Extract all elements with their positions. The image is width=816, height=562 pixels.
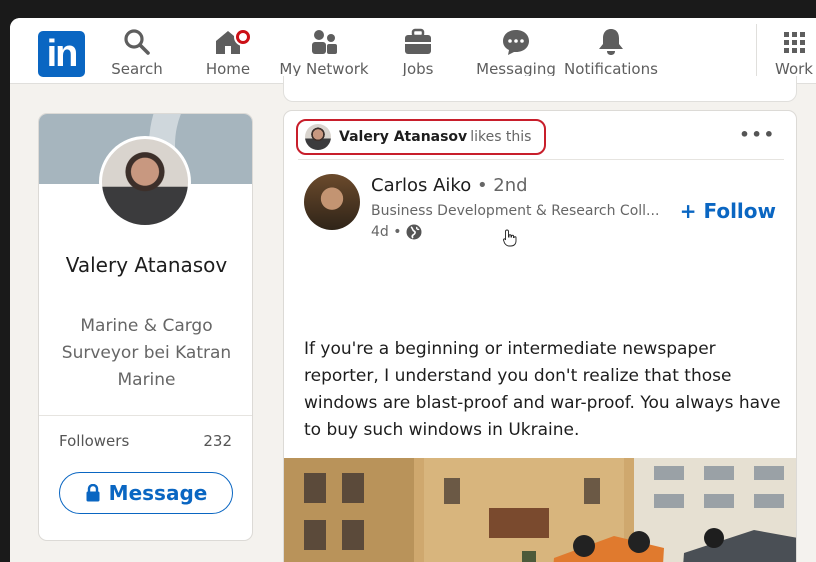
social-action-text: likes this [470,129,532,145]
social-activity-header: Valery Atanasov likes this [296,119,546,155]
search-icon [124,29,150,55]
more-options-button[interactable]: ••• [739,125,776,144]
top-navigation: in Search Home My Network Jobs Messaging… [10,18,816,84]
profile-headline: Marine & Cargo Surveyor bei Katran Marin… [61,316,232,390]
nav-home[interactable]: Home [198,26,258,82]
author-avatar[interactable] [304,174,360,230]
network-icon [312,30,337,54]
nav-label-home: Home [205,60,251,78]
linkedin-logo[interactable]: in [38,31,85,77]
connection-degree: • 2nd [476,175,528,196]
feed-post: Valery Atanasov likes this ••• Carlos Aik… [283,110,797,562]
message-button-label: Message [108,481,208,505]
nav-notifications[interactable]: Notifications [564,26,658,82]
nav-label-search: Search [111,60,163,78]
author-name-row[interactable]: Carlos Aiko • 2nd [371,175,528,196]
grid-icon [784,32,805,53]
bell-icon [599,29,623,55]
post-meta: 4d • [371,224,422,240]
profile-card: Valery Atanasov Marine & Cargo Surveyor … [38,113,253,541]
profile-avatar[interactable] [99,136,191,228]
notification-badge [234,28,252,46]
nav-work[interactable]: Work [772,26,816,82]
chat-icon [503,30,529,55]
briefcase-icon [405,28,431,54]
follow-button[interactable]: + Follow [680,199,776,223]
post-timestamp: 4d • [371,224,402,240]
followers-count: 232 [203,432,232,450]
post-image[interactable] [284,458,796,562]
nav-my-network[interactable]: My Network [278,26,370,82]
globe-icon [406,224,422,240]
author-name[interactable]: Carlos Aiko [371,175,471,196]
previous-card [283,76,797,102]
post-photo [284,458,796,562]
followers-label: Followers [59,432,130,450]
message-button[interactable]: Message [59,472,233,514]
profile-divider [39,415,252,416]
app-window: in Search Home My Network Jobs Messaging… [10,18,816,562]
nav-divider [756,24,757,80]
liker-name[interactable]: Valery Atanasov [339,129,467,145]
profile-name[interactable]: Valery Atanasov [39,249,252,282]
hand-cursor-icon [503,229,517,247]
nav-messaging[interactable]: Messaging [473,26,559,82]
nav-jobs[interactable]: Jobs [393,26,443,82]
lock-icon [86,484,100,502]
liker-avatar[interactable] [305,124,331,150]
nav-search[interactable]: Search [105,26,169,82]
post-text: If you're a beginning or intermediate ne… [304,339,781,440]
post-divider [298,159,784,160]
author-headline: Business Development & Research Coll... [371,203,660,219]
